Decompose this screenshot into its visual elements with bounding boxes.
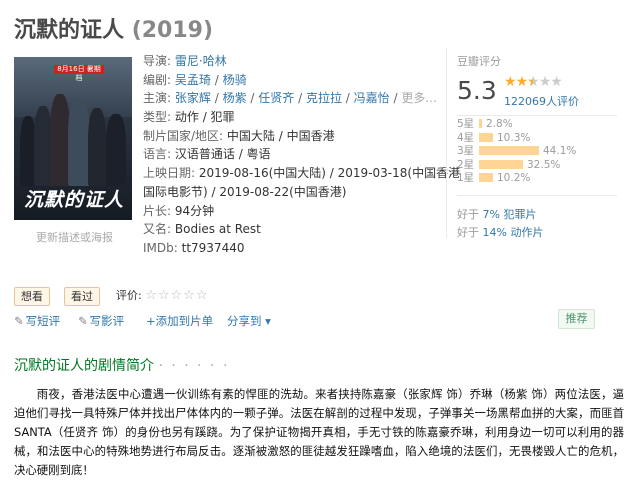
director-row: 导演: 雷尼·哈林 (143, 54, 227, 68)
share-dropdown[interactable]: 分享到 ▾ (227, 313, 271, 329)
poster-badge: 8月16日 暑期档 (54, 65, 104, 82)
star-icon: ★ (515, 74, 529, 90)
half-star-icon: ★★ (527, 74, 540, 90)
better-than-crime-link[interactable]: 7% 犯罪片 (483, 208, 537, 221)
imdb-value: tt7937440 (181, 240, 245, 255)
movie-poster[interactable]: 8月16日 暑期档 沉默的证人 (14, 57, 132, 220)
my-rating: 评价: ☆☆☆☆☆ (116, 287, 209, 303)
pencil-icon: ✎ (78, 314, 88, 328)
rating-dist-row: 5星 2.8% (457, 118, 513, 130)
star-empty-icon: ★ (538, 74, 552, 90)
genre-value: 动作 / 犯罪 (174, 110, 235, 125)
cast-link[interactable]: 杨紫 (223, 91, 247, 105)
release-value: 2019-08-16(中国大陆) / 2019-03-18(中国香港 (198, 166, 461, 181)
release-row: 上映日期: 2019-08-16(中国大陆) / 2019-03-18(中国香港 (143, 166, 461, 181)
better-than-action: 好于 14% 动作片 (457, 226, 544, 239)
better-than-action-link[interactable]: 14% 动作片 (483, 226, 544, 239)
better-than-crime: 好于 7% 犯罪片 (457, 208, 537, 221)
writer-link[interactable]: 杨骑 (223, 73, 247, 87)
cast-link[interactable]: 克拉拉 (306, 91, 342, 105)
language-row: 语言: 汉语普通话 / 粤语 (143, 147, 271, 162)
imdb-row: IMDb: tt7937440 (143, 240, 245, 255)
cast-link[interactable]: 任贤齐 (258, 91, 294, 105)
page-title: 沉默的证人 (2019) (14, 12, 213, 44)
rating-votes-link[interactable]: 122069人评价 (504, 93, 579, 109)
rating-score: 5.3 (457, 76, 497, 105)
cast-row: 主演: 张家辉 / 杨紫 / 任贤齐 / 克拉拉 / 冯嘉怡 / 更多... (143, 91, 437, 106)
rate-label: 评价: (116, 289, 142, 302)
star-empty-icon: ★ (550, 74, 563, 90)
country-row: 制片国家/地区: 中国大陆 / 中国香港 (143, 128, 335, 143)
writer-link[interactable]: 吴孟琦 (175, 73, 211, 87)
runtime-row: 片长: 94分钟 (143, 203, 215, 218)
pencil-icon: ✎ (14, 314, 24, 328)
rating-label: 豆瓣评分 (457, 55, 501, 68)
synopsis-text: 雨夜，香港法医中心遭遇一伙训练有素的悍匪的洗劫。来者挟持陈嘉豪（张家辉 饰）乔琳… (14, 387, 624, 477)
poster-title-text: 沉默的证人 (24, 189, 125, 211)
release-value-cont: 国际电影节) / 2019-08-22(中国香港) (143, 184, 347, 199)
write-long-review-button[interactable]: ✎ 写影评 (78, 313, 124, 329)
language-value: 汉语普通话 / 粤语 (174, 147, 271, 162)
star-icon: ★ (504, 74, 517, 90)
want-to-watch-button[interactable]: 想看 (14, 287, 50, 306)
recommend-button[interactable]: 推荐 (558, 309, 595, 329)
write-review-button[interactable]: ✎ 写短评 (14, 313, 60, 329)
update-poster-link[interactable]: 更新描述或海报 (36, 229, 113, 245)
cast-link[interactable]: 冯嘉怡 (354, 91, 390, 105)
country-value: 中国大陆 / 中国香港 (226, 128, 335, 143)
movie-name: 沉默的证人 (14, 18, 125, 43)
rating-dist-row: 4星 10.3% (457, 131, 531, 144)
cast-link[interactable]: 张家辉 (175, 91, 211, 105)
add-to-list-button[interactable]: +添加到片单 (146, 313, 213, 329)
watched-button[interactable]: 看过 (64, 287, 100, 306)
rating-panel: 豆瓣评分 5.3 ★★★★★★ 122069人评价 5星2.8% 4星10.3%… (446, 48, 627, 239)
genre-row: 类型: 动作 / 犯罪 (143, 110, 235, 125)
rate-stars-input[interactable]: ☆☆☆☆☆ (145, 288, 208, 303)
rating-dist-row: 2星 32.5% (457, 158, 561, 171)
runtime-value: 94分钟 (174, 203, 215, 218)
rating-stars: ★★★★★★ (504, 74, 563, 90)
aka-row: 又名: Bodies at Rest (143, 222, 261, 237)
movie-info: 导演: 雷尼·哈林 编剧: 吴孟琦 / 杨骑 主演: 张家辉 / 杨紫 / 任贤… (143, 52, 461, 258)
cast-more-link[interactable]: 更多... (401, 91, 436, 105)
movie-year: (2019) (131, 18, 214, 43)
director-link[interactable]: 雷尼·哈林 (175, 54, 227, 68)
rating-dist-row: 3星 44.1% (457, 145, 577, 157)
writer-row: 编剧: 吴孟琦 / 杨骑 (143, 72, 247, 87)
release-row-cont: 国际电影节) / 2019-08-22(中国香港) (143, 183, 443, 202)
rating-dist-row: 1星 10.2% (457, 172, 531, 184)
aka-value: Bodies at Rest (174, 222, 261, 237)
synopsis-heading: 沉默的证人的剧情简介 · · · · · · (14, 358, 230, 374)
